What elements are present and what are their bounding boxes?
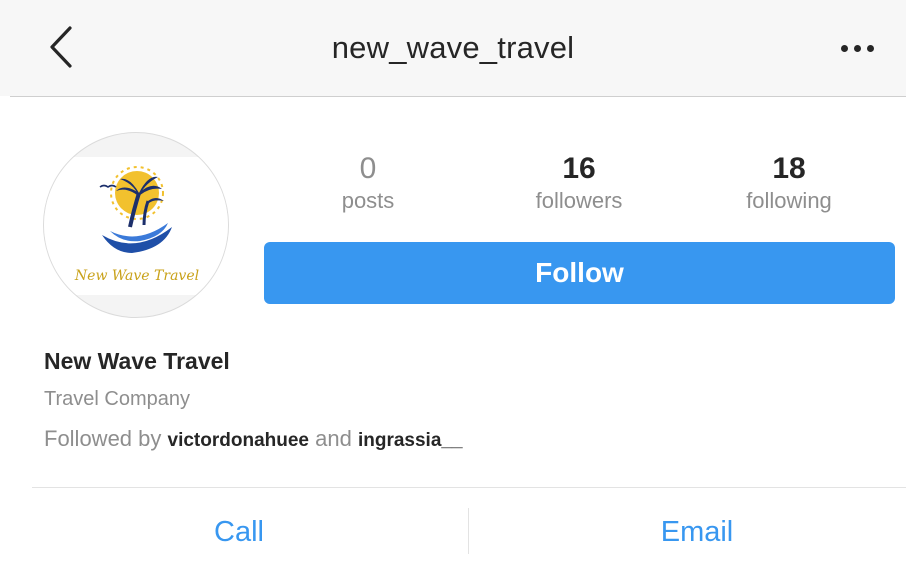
contact-divider-vertical — [468, 508, 469, 554]
followed-by-text: Followed by victordonahuee and ingrassia… — [44, 426, 463, 452]
follow-button[interactable]: Follow — [264, 242, 895, 304]
contact-divider-top — [32, 487, 906, 488]
call-button[interactable]: Call — [32, 512, 446, 552]
followed-by-prefix: Followed by — [44, 426, 162, 451]
avatar-logo: New Wave Travel — [44, 157, 228, 295]
logo-text: New Wave Travel — [74, 268, 200, 284]
followed-by-user-link[interactable]: ingrassia__ — [358, 430, 463, 451]
following-count-label: following — [746, 188, 832, 213]
more-horizontal-icon — [841, 45, 848, 52]
following-count-value: 18 — [772, 152, 806, 185]
followers-count-label: followers — [535, 188, 623, 213]
followed-by-user-link[interactable]: victordonahuee — [168, 430, 309, 451]
more-options-button[interactable] — [830, 30, 886, 66]
display-name: New Wave Travel — [44, 348, 230, 374]
followed-by-conjunction: and — [315, 426, 352, 451]
following-count[interactable]: 18 following — [699, 152, 879, 214]
email-button[interactable]: Email — [490, 512, 904, 552]
navigation-bar: new_wave_travel — [0, 0, 906, 96]
posts-count[interactable]: 0 posts — [278, 152, 458, 214]
category-label: Travel Company — [44, 388, 190, 410]
page-title: new_wave_travel — [331, 30, 575, 65]
posts-count-label: posts — [341, 188, 395, 213]
followers-count[interactable]: 16 followers — [489, 152, 669, 214]
more-horizontal-icon — [867, 45, 874, 52]
avatar[interactable]: New Wave Travel — [43, 132, 229, 318]
followers-count-value: 16 — [562, 152, 596, 185]
profile-screen: new_wave_travel New Wave Travel 0 posts … — [0, 0, 906, 572]
posts-count-value: 0 — [359, 152, 377, 185]
palm-tree-wave-logo-icon — [99, 166, 172, 253]
more-horizontal-icon — [854, 45, 861, 52]
navbar-divider — [10, 96, 906, 97]
